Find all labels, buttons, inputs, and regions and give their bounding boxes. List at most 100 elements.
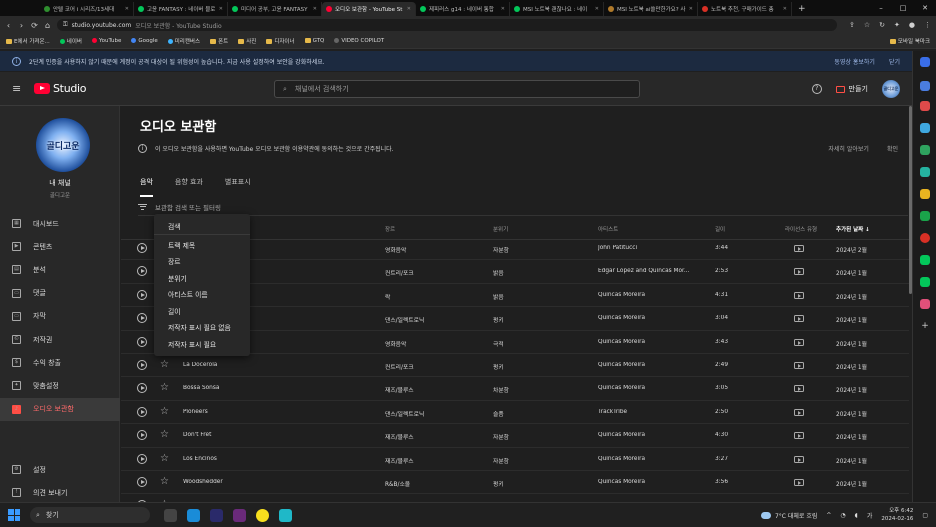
extension-icon[interactable]: ✦ — [894, 21, 900, 29]
side-panel-bag-icon[interactable] — [920, 81, 930, 91]
studio-logo[interactable]: Studio — [34, 82, 87, 95]
play-track-icon[interactable] — [137, 266, 147, 277]
play-track-icon[interactable] — [137, 406, 147, 417]
sidebar-item[interactable]: ! 의견 보내기 — [0, 481, 120, 504]
promote-video-link[interactable]: 동영상 홍보하기 — [834, 57, 875, 66]
track-row[interactable]: ☆ La Docerola 컨트리/포크 펑키 Quincas Moreira 2:49 2… — [121, 354, 909, 378]
filter-option[interactable]: 트랙 제목 — [154, 237, 250, 254]
side-panel-add-icon[interactable]: + — [920, 321, 930, 331]
premiere-app-icon[interactable] — [210, 508, 223, 522]
side-panel-naver-icon[interactable] — [920, 255, 930, 265]
ime-indicator[interactable]: 가 — [867, 511, 873, 520]
bookmark-item[interactable]: 디자이너 — [266, 37, 295, 45]
confirm-button[interactable]: 확인 — [887, 144, 898, 153]
sidebar-item[interactable]: ▤ 분석 — [0, 258, 120, 281]
sidebar-item[interactable]: ▭ 댓글 — [0, 282, 120, 305]
close-tab-icon[interactable]: ✕ — [313, 6, 317, 12]
close-tab-icon[interactable]: ✕ — [689, 6, 693, 12]
sidebar-item[interactable]: ♪ 오디오 보관함 — [0, 397, 120, 421]
track-row[interactable]: ☆ Bossa Sonsa 재즈/블루스 차분함 Quincas Moreira 3:05… — [121, 377, 909, 401]
forward-icon[interactable]: › — [18, 21, 25, 30]
play-track-icon[interactable] — [137, 313, 147, 324]
sidebar-item[interactable]: ✦ 맞춤설정 — [0, 374, 120, 397]
reload-icon[interactable]: ⟳ — [31, 21, 38, 30]
bookmark-item[interactable]: 사진 — [238, 37, 256, 45]
browser-tab[interactable]: MSI 노트북 괜찮나요 : 네이 ✕ — [510, 2, 604, 16]
channel-avatar[interactable]: 골디고운 — [36, 118, 90, 172]
play-track-icon[interactable] — [137, 453, 147, 464]
back-icon[interactable]: ‹ — [5, 21, 12, 30]
learn-more-link[interactable]: 자세히 알아보기 — [828, 144, 869, 153]
notification-icon[interactable]: ▢ — [922, 512, 928, 519]
filter-option[interactable]: 길이 — [154, 303, 250, 320]
vrew-app-icon[interactable] — [279, 508, 292, 522]
mobile-bookmarks-folder[interactable]: 모바일 북마크 — [889, 37, 930, 45]
side-panel-outlook-icon[interactable] — [920, 167, 930, 177]
browser-tab[interactable]: 오디오 보관함 - YouTube St ✕ — [322, 2, 416, 16]
close-tab-icon[interactable]: ✕ — [501, 6, 505, 12]
favorite-star-icon[interactable]: ☆ — [160, 429, 169, 440]
side-panel-play-icon[interactable] — [920, 211, 930, 221]
play-track-icon[interactable] — [137, 289, 147, 300]
home-icon[interactable]: ⌂ — [44, 21, 51, 30]
track-row[interactable]: ☆ Pioneers 댄스/일렉트로닉 슬픔 TrackTribe 2:50 2024년 1… — [121, 401, 909, 425]
play-track-icon[interactable] — [137, 383, 147, 394]
kakaotalk-app-icon[interactable] — [256, 508, 269, 522]
column-license[interactable]: 라이선스 유형 — [785, 225, 817, 233]
maximize-button[interactable]: □ — [892, 0, 914, 16]
play-track-icon[interactable] — [137, 359, 147, 370]
sidebar-item[interactable]: $ 수익 창출 — [0, 351, 120, 374]
side-panel-pen-icon[interactable] — [920, 299, 930, 309]
browser-tab[interactable]: MSI 노트북 ai쓸만한가요? 사 ✕ — [604, 2, 698, 16]
play-track-icon[interactable] — [137, 243, 147, 253]
library-filter-input[interactable]: 보관함 검색 또는 필터링 — [138, 198, 908, 216]
new-tab-button[interactable]: + — [792, 2, 812, 16]
close-window-button[interactable]: ✕ — [914, 0, 936, 16]
account-avatar[interactable]: 골디고운 — [882, 80, 900, 98]
play-track-icon[interactable] — [137, 336, 147, 347]
sync-icon[interactable]: ↻ — [879, 21, 885, 29]
bookmark-item[interactable]: 네이버 — [59, 37, 82, 45]
channel-search-input[interactable]: ⌕ 채널에서 검색하기 — [274, 80, 640, 98]
sidebar-item[interactable]: ⚙ 설정 — [0, 458, 120, 481]
close-tab-icon[interactable]: ✕ — [407, 6, 411, 12]
bookmark-item[interactable]: YouTube — [91, 38, 121, 44]
play-track-icon[interactable] — [137, 476, 147, 487]
track-row[interactable]: ☆ Don't Fret 재즈/블루스 자분함 Quincas Moreira 4:30 2… — [121, 424, 909, 448]
url-field[interactable]: ⚿ studio.youtube.com 오디오 보관함 - YouTube S… — [57, 19, 837, 31]
close-tab-icon[interactable]: ✕ — [219, 6, 223, 12]
hamburger-menu-icon[interactable]: ≡ — [12, 82, 34, 95]
tray-chevron-icon[interactable]: ^ — [826, 512, 831, 519]
side-panel-person-icon[interactable] — [920, 101, 930, 111]
favorite-star-icon[interactable]: ☆ — [160, 406, 169, 417]
bookmark-item[interactable]: Google — [131, 38, 158, 44]
bookmark-star-icon[interactable]: ☆ — [864, 21, 870, 29]
column-mood[interactable]: 분위기 — [493, 225, 508, 233]
side-panel-google-icon[interactable] — [920, 233, 930, 243]
after-effects-app-icon[interactable] — [233, 508, 246, 522]
library-tab[interactable]: 별표표시 — [225, 174, 251, 197]
bookmark-item[interactable]: GTQ — [304, 38, 324, 44]
taskbar-search[interactable]: ⌕ 찾기 — [30, 507, 150, 523]
filter-option[interactable]: 저작자 표시 필요 — [154, 336, 250, 353]
volume-icon[interactable]: ◖ — [855, 512, 858, 519]
browser-tab[interactable]: 노트북 추천, 구매가이드 총 ✕ — [698, 2, 792, 16]
filter-option[interactable]: 저작자 표시 필요 없음 — [154, 319, 250, 336]
bookmark-item[interactable]: E에서 가져온... — [6, 37, 50, 45]
profile-icon[interactable]: ● — [909, 21, 915, 29]
play-track-icon[interactable] — [137, 430, 147, 441]
track-row[interactable]: ☆ Woodshedder R&B/소울 펑키 Quincas Moreira 3:56 2… — [121, 471, 909, 495]
bookmark-item[interactable]: 미리캔버스 — [167, 37, 200, 45]
side-panel-games-icon[interactable] — [920, 123, 930, 133]
column-date-added[interactable]: 추가된 날짜 ↓ — [836, 225, 870, 233]
menu-dots-icon[interactable]: ⋮ — [924, 21, 931, 29]
browser-tab[interactable]: 안텔 코어 i 시리즈/13세대 ✕ — [40, 2, 134, 16]
sidebar-item[interactable]: ▶ 콘텐츠 — [0, 235, 120, 258]
close-tab-icon[interactable]: ✕ — [125, 6, 129, 12]
browser-app-icon[interactable] — [187, 508, 200, 522]
favorite-star-icon[interactable]: ☆ — [160, 453, 169, 464]
create-button[interactable]: 만들기 — [835, 84, 868, 94]
sidebar-item[interactable]: ▭ 자막 — [0, 305, 120, 328]
favorite-star-icon[interactable]: ☆ — [160, 359, 169, 370]
side-panel-drive-icon[interactable] — [920, 189, 930, 199]
